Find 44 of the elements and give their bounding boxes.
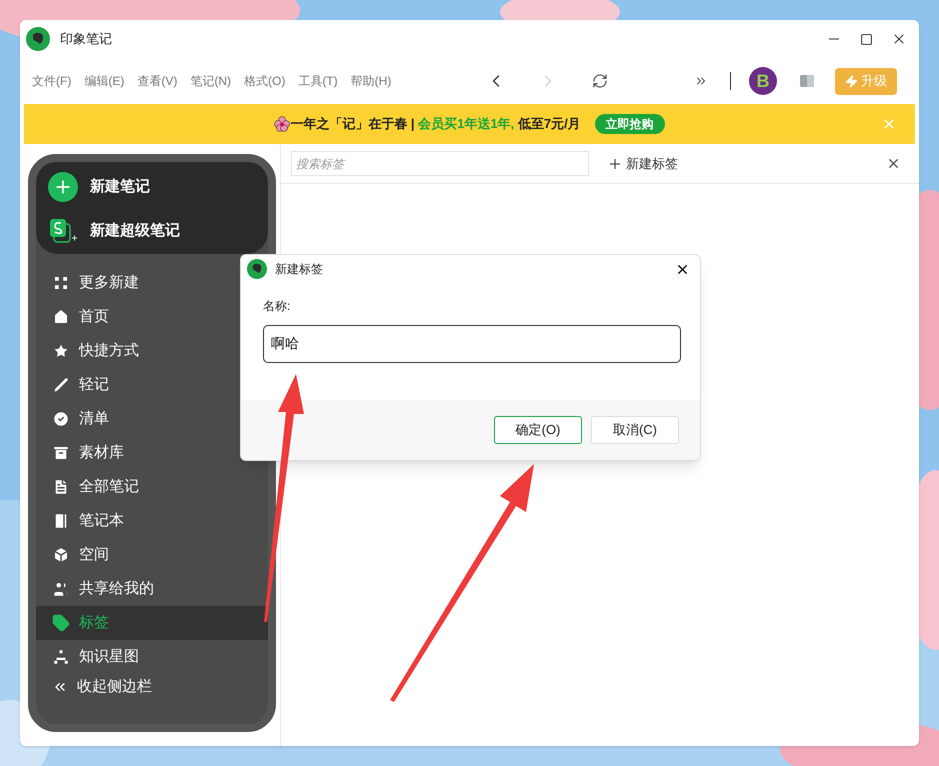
user-avatar[interactable]: B [749, 67, 777, 95]
new-super-note-button[interactable]: 新建超级笔记 [48, 218, 256, 244]
lightning-icon [845, 74, 858, 88]
field-label: 名称: [263, 298, 292, 315]
window-title: 印象笔记 [60, 30, 112, 48]
cancel-button[interactable]: 取消(C) [591, 416, 679, 444]
menu-item[interactable]: 查看(V) [137, 72, 178, 90]
pen-icon [52, 376, 70, 394]
menu-item[interactable]: 格式(O) [244, 72, 286, 90]
menu-item[interactable]: 帮助(H) [350, 72, 392, 90]
maximize-icon[interactable] [860, 32, 873, 46]
promo-text: 一年之「记」在于春 | 会员买1年送1年, 低至7元/月 [290, 115, 581, 134]
blossom-icon [274, 116, 290, 132]
network-icon [52, 648, 70, 666]
sidebar-item[interactable]: 空间 [36, 538, 268, 572]
grid-icon [52, 274, 70, 292]
sidebar-item[interactable]: 标签 [36, 606, 268, 640]
dialog-title: 新建标签 [275, 261, 323, 278]
sync-icon[interactable] [592, 73, 608, 89]
confirm-button[interactable]: 确定(O) [494, 416, 582, 444]
menu-item[interactable]: 编辑(E) [84, 72, 124, 90]
home-icon [52, 308, 70, 326]
menu-item[interactable]: 笔记(N) [190, 72, 231, 90]
cube-icon [52, 546, 70, 564]
sidebar-item[interactable]: 全部笔记 [36, 470, 268, 504]
new-tag-button[interactable]: 新建标签 [607, 154, 678, 174]
tag-name-field[interactable]: 啊哈 [263, 325, 681, 363]
check-circle-icon [52, 410, 70, 428]
archive-icon [52, 444, 70, 462]
close-icon[interactable] [886, 156, 901, 171]
pocket-icon[interactable] [799, 73, 815, 89]
star-icon [52, 342, 70, 360]
collapse-sidebar-button[interactable]: 收起侧边栏 [36, 674, 268, 700]
tag-icon [52, 614, 70, 632]
sidebar-item[interactable]: 共享给我的 [36, 572, 268, 606]
menu-item[interactable]: 文件(F) [32, 72, 72, 90]
super-note-icon [48, 218, 78, 244]
people-icon [52, 580, 70, 598]
sidebar-item[interactable]: 知识星图 [36, 640, 268, 674]
tag-search-field[interactable]: 搜索标签 [291, 151, 589, 176]
plus-icon [48, 172, 78, 202]
sidebar-item[interactable]: 笔记本 [36, 504, 268, 538]
new-note-button[interactable]: 新建笔记 [48, 172, 256, 202]
menu-item[interactable]: 工具(T) [298, 72, 338, 90]
